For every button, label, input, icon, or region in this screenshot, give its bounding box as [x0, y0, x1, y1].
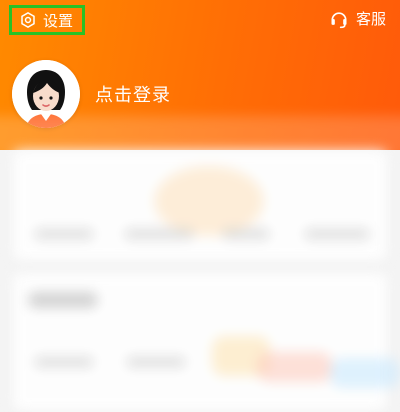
settings-button[interactable]: 设置 [9, 5, 85, 35]
login-prompt[interactable]: 点击登录 [95, 81, 171, 107]
customer-service-label: 客服 [355, 10, 386, 28]
blurred-content [0, 150, 400, 412]
customer-service-button[interactable]: 客服 [329, 8, 386, 29]
avatar[interactable] [12, 60, 80, 128]
profile-header: 设置 客服 点击登录 [0, 0, 400, 150]
avatar-illustration [12, 60, 80, 128]
settings-label: 设置 [43, 11, 74, 30]
content-card [12, 150, 388, 262]
gear-icon [19, 11, 37, 29]
content-card [12, 272, 400, 412]
headset-icon [329, 9, 349, 29]
